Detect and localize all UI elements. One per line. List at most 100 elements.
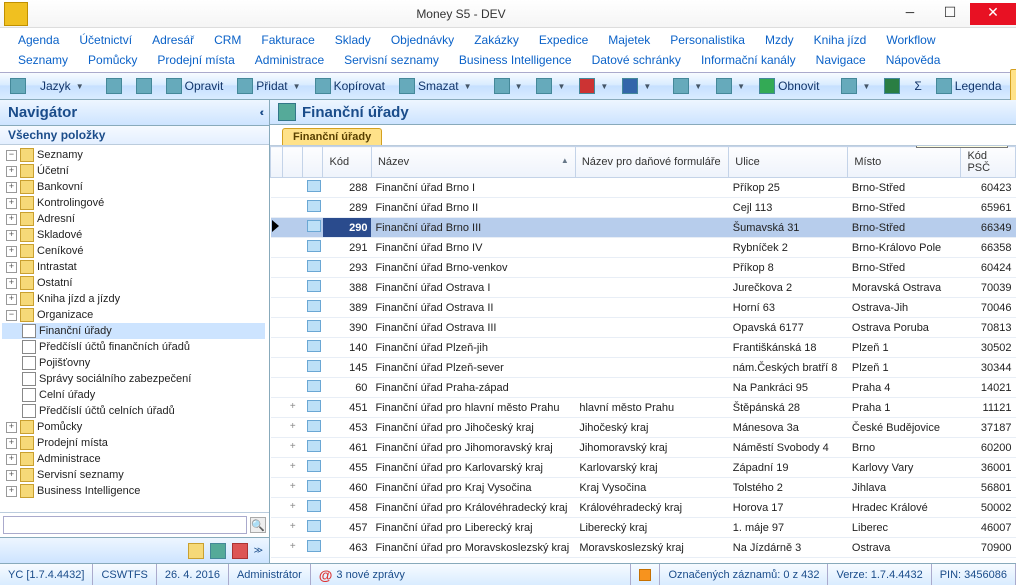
expand-cell[interactable] <box>283 218 303 238</box>
table-row[interactable]: +453Finanční úřad pro Jihočeský krajJiho… <box>271 418 1016 438</box>
expand-cell[interactable] <box>283 338 303 358</box>
table-row[interactable]: 290Finanční úřad Brno IIIŠumavská 31Brno… <box>271 218 1016 238</box>
menu-sklady[interactable]: Sklady <box>325 30 381 50</box>
expand-cell[interactable]: + <box>283 418 303 438</box>
collapse-icon[interactable]: ‹‹ <box>260 107 261 119</box>
expand-icon[interactable]: + <box>6 486 17 497</box>
tree-node[interactable]: −Seznamy <box>2 147 265 163</box>
tree-node[interactable]: +Administrace <box>2 451 265 467</box>
menu-fakturace[interactable]: Fakturace <box>251 30 324 50</box>
expand-icon[interactable]: + <box>6 438 17 449</box>
tree-node[interactable]: +Pomůcky <box>2 419 265 435</box>
col-form[interactable]: Název pro daňové formuláře <box>575 147 728 178</box>
expand-cell[interactable]: + <box>283 478 303 498</box>
table-row[interactable]: +461Finanční úřad pro Jihomoravský krajJ… <box>271 438 1016 458</box>
menu-prodejnmsta[interactable]: Prodejní místa <box>147 50 244 70</box>
menu-etnictv[interactable]: Účetnictví <box>69 30 142 50</box>
col-code[interactable]: Kód <box>323 147 371 178</box>
excel-button[interactable] <box>878 75 906 97</box>
menu-npovda[interactable]: Nápověda <box>876 50 951 70</box>
col-city[interactable]: Místo <box>848 147 961 178</box>
tb-pdf[interactable]: ▼ <box>573 75 614 97</box>
expand-icon[interactable]: + <box>6 182 17 193</box>
module-icon[interactable] <box>210 543 226 559</box>
menu-pomcky[interactable]: Pomůcky <box>78 50 147 70</box>
tree-node[interactable]: +Kontrolingové <box>2 195 265 211</box>
menu-expedice[interactable]: Expedice <box>529 30 598 50</box>
data-grid[interactable]: Kód Název▲ Název pro daňové formuláře Ul… <box>270 146 1016 558</box>
nav-tree[interactable]: −Seznamy+Účetní+Bankovní+Kontrolingové+A… <box>0 145 269 512</box>
menu-personalistika[interactable]: Personalistika <box>660 30 755 50</box>
expand-cell[interactable] <box>283 198 303 218</box>
tree-node[interactable]: +Servisní seznamy <box>2 467 265 483</box>
tree-node[interactable]: Předčíslí účtů celních úřadů <box>2 403 265 419</box>
tb-icon-2[interactable] <box>130 75 158 97</box>
table-row[interactable]: 389Finanční úřad Ostrava IIHorní 63Ostra… <box>271 298 1016 318</box>
table-row[interactable]: 145Finanční úřad Plzeň-severnám.Českých … <box>271 358 1016 378</box>
chevron-right-icon[interactable]: ≫ <box>254 545 263 556</box>
table-row[interactable]: 390Finanční úřad Ostrava IIIOpavská 6177… <box>271 318 1016 338</box>
table-row[interactable]: 140Finanční úřad Plzeň-jihFrantiškánská … <box>271 338 1016 358</box>
table-row[interactable]: +451Finanční úřad pro hlavní město Prahu… <box>271 398 1016 418</box>
legend-button[interactable]: Legenda <box>930 75 1008 97</box>
table-row[interactable]: +460Finanční úřad pro Kraj VysočinaKraj … <box>271 478 1016 498</box>
tree-node[interactable]: +Business Intelligence <box>2 483 265 499</box>
tree-node[interactable]: Celní úřady <box>2 387 265 403</box>
table-row[interactable]: +458Finanční úřad pro Královéhradecký kr… <box>271 498 1016 518</box>
menu-zakzky[interactable]: Zakázky <box>464 30 529 50</box>
language-button[interactable]: Jazyk▼ <box>34 76 90 96</box>
table-row[interactable]: 388Finanční úřad Ostrava IJurečkova 2Mor… <box>271 278 1016 298</box>
expand-icon[interactable]: + <box>6 262 17 273</box>
expand-icon[interactable]: − <box>6 310 17 321</box>
expand-cell[interactable] <box>283 278 303 298</box>
expand-icon[interactable]: − <box>6 150 17 161</box>
add-button[interactable]: Přidat▼ <box>231 75 306 97</box>
expand-cell[interactable]: + <box>283 438 303 458</box>
expand-icon[interactable]: + <box>6 422 17 433</box>
status-messages[interactable]: @ 3 nové zprávy <box>311 564 632 585</box>
expand-cell[interactable]: + <box>283 498 303 518</box>
menu-objednvky[interactable]: Objednávky <box>381 30 464 50</box>
tb-icon-3[interactable]: ▼ <box>488 75 529 97</box>
expand-cell[interactable] <box>283 318 303 338</box>
expand-icon[interactable]: + <box>6 470 17 481</box>
menu-datovschrnky[interactable]: Datové schránky <box>582 50 691 70</box>
tree-node[interactable]: +Adresní <box>2 211 265 227</box>
nav-search-input[interactable] <box>3 516 247 534</box>
edit-button[interactable]: Opravit <box>160 75 230 97</box>
expand-cell[interactable] <box>283 178 303 198</box>
expand-icon[interactable]: + <box>6 230 17 241</box>
menu-navigace[interactable]: Navigace <box>806 50 876 70</box>
expand-cell[interactable]: + <box>283 458 303 478</box>
col-ic[interactable] <box>303 147 323 178</box>
sum-button[interactable]: Σ <box>908 76 927 96</box>
menu-servisnseznamy[interactable]: Servisní seznamy <box>334 50 449 70</box>
expand-icon[interactable]: + <box>6 454 17 465</box>
nav-toggle-button[interactable] <box>4 75 32 97</box>
expand-cell[interactable] <box>283 378 303 398</box>
delete-button[interactable]: Smazat▼ <box>393 75 478 97</box>
menu-workflow[interactable]: Workflow <box>876 30 945 50</box>
tb-icon-1[interactable] <box>100 75 128 97</box>
expand-icon[interactable]: + <box>6 166 17 177</box>
menu-knihajzd[interactable]: Kniha jízd <box>804 30 877 50</box>
tree-node[interactable]: +Účetní <box>2 163 265 179</box>
close-icon[interactable] <box>232 543 248 559</box>
table-row[interactable]: 60Finanční úřad Praha-západNa Pankráci 9… <box>271 378 1016 398</box>
tree-node[interactable]: +Prodejní místa <box>2 435 265 451</box>
tree-node[interactable]: +Intrastat <box>2 259 265 275</box>
menu-mzdy[interactable]: Mzdy <box>755 30 804 50</box>
maximize-button[interactable]: ☐ <box>930 3 970 25</box>
tree-node[interactable]: −Organizace <box>2 307 265 323</box>
tree-node[interactable]: +Skladové <box>2 227 265 243</box>
col-zip[interactable]: Kód PSČ <box>961 147 1016 178</box>
close-button[interactable]: ✕ <box>970 3 1016 25</box>
table-row[interactable]: +455Finanční úřad pro Karlovarský krajKa… <box>271 458 1016 478</box>
tree-node[interactable]: Pojišťovny <box>2 355 265 371</box>
expand-cell[interactable] <box>283 258 303 278</box>
table-row[interactable]: 291Finanční úřad Brno IVRybníček 2Brno-K… <box>271 238 1016 258</box>
menu-informankanly[interactable]: Informační kanály <box>691 50 806 70</box>
table-row[interactable]: +457Finanční úřad pro Liberecký krajLibe… <box>271 518 1016 538</box>
expand-cell[interactable] <box>283 358 303 378</box>
tb-save[interactable]: ▼ <box>616 75 657 97</box>
